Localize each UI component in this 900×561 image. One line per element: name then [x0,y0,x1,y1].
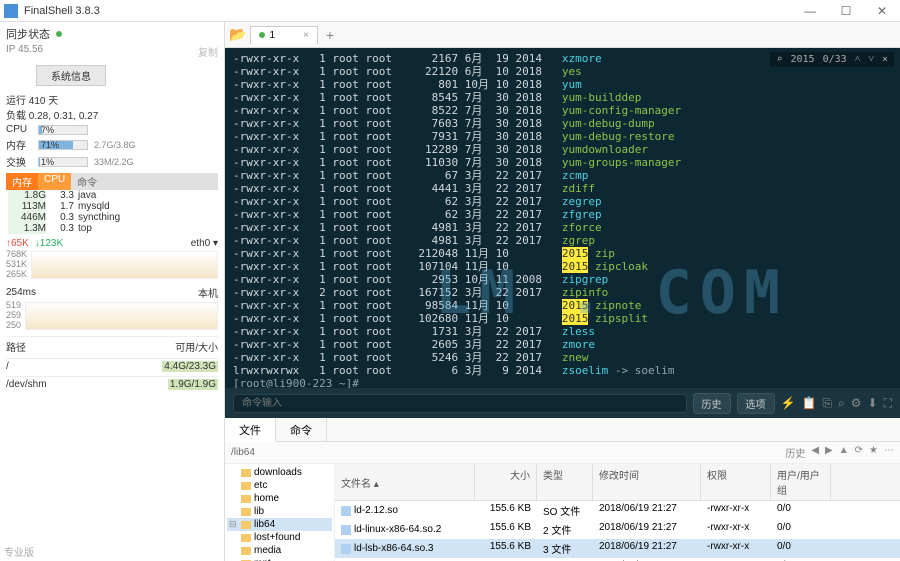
back-icon[interactable]: ◀ [811,445,819,460]
version-label: 专业版 [4,544,34,559]
cpu-label: CPU [6,124,32,135]
folder-icon [241,547,251,555]
file-row[interactable]: ld-linux-x86-64.so.2155.6 KB2 文件2018/06/… [335,520,900,539]
folder-icon [241,521,251,529]
ping-host[interactable]: 本机 [198,285,218,300]
add-tab-button[interactable]: + [322,27,338,43]
folder-icon [241,482,251,490]
path-bar: /lib64 历史 ◀ ▶ ▲ ⟳ ★ ⋯ [225,442,900,464]
mem-label: 内存 [6,137,32,152]
terminal-search-bar[interactable]: ⌕ 2015 0/33 ˄ ˅ × [770,52,894,67]
fullscreen-icon[interactable]: ⛶ [884,396,892,411]
process-row[interactable]: 1.3M0.3top [6,223,218,234]
sync-label: 同步状态 [6,26,50,42]
swap-label: 交换 [6,154,32,169]
terminal[interactable]: ⌕ 2015 0/33 ˄ ˅ × -rwxr-xr-x 1 root root… [225,48,900,388]
disk-row[interactable]: /dev/shm1.9G/1.9G [6,376,218,390]
file-row[interactable]: ld-lsb-x86-64.so.3155.6 KB3 文件2018/06/19… [335,539,900,558]
command-input[interactable] [233,394,687,413]
titlebar: FinalShell 3.8.3 — ☐ ✕ [0,0,900,22]
folder-icon [241,469,251,477]
app-title: FinalShell 3.8.3 [24,5,796,17]
net-up: ↑65K [6,238,29,249]
search-term-icon[interactable]: ⌕ [838,396,845,411]
sync-status-dot [56,31,62,37]
command-bar: 历史 选项 ⚡ 📋 ⎘ ⌕ ⚙ ⬇ ⛶ [225,388,900,418]
tree-item[interactable]: media [227,544,332,557]
system-info-button[interactable]: 系统信息 [36,65,106,86]
file-list-header[interactable]: 文件名 ▴ 大小 类型 修改时间 权限 用户/用户组 [335,464,900,501]
net-interface[interactable]: eth0 ▾ [191,238,218,249]
process-row[interactable]: 1.8G3.3java [6,190,218,201]
history-button[interactable]: 历史 [693,393,731,414]
folder-icon [241,508,251,516]
copy-ip-button[interactable]: 复制 [198,44,218,59]
status-dot-icon [259,32,265,38]
folder-icon [241,495,251,503]
tree-item[interactable]: home [227,492,332,505]
refresh-icon[interactable]: ⟳ [855,445,863,460]
file-icon [341,506,351,516]
maximize-button[interactable]: ☐ [832,4,860,18]
tree-item[interactable]: etc [227,479,332,492]
search-prev-icon[interactable]: ˄ [855,54,861,65]
file-row[interactable]: ld-2.12.so155.6 KBSO 文件2018/06/19 21:27-… [335,501,900,520]
search-icon: ⌕ [776,54,782,65]
tree-item[interactable]: downloads [227,466,332,479]
bookmark-icon[interactable]: ★ [869,445,878,460]
uptime-text: 运行 410 天 [6,92,218,107]
swap-bar: 1% [38,157,88,167]
close-button[interactable]: ✕ [868,4,896,18]
bolt-icon[interactable]: ⚡ [781,396,796,410]
tree-item[interactable]: lost+found [227,531,332,544]
tree-item[interactable]: mnt [227,557,332,561]
settings-icon[interactable]: ⚙ [851,396,862,410]
forward-icon[interactable]: ▶ [825,445,833,460]
more-icon[interactable]: ⋯ [884,445,894,460]
copy-icon[interactable]: ⎘ [822,396,832,411]
cpu-bar: 7% [38,125,88,135]
search-close-icon[interactable]: × [882,54,888,65]
session-tab[interactable]: 1 × [250,26,317,44]
up-icon[interactable]: ▲ [839,445,849,460]
download-icon[interactable]: ⬇ [868,396,878,410]
ping-chart [25,302,218,330]
tab-file[interactable]: 文件 [225,418,276,442]
mem-bar: 71% [38,140,88,150]
tree-item[interactable]: lib [227,505,332,518]
net-down: ↓123K [35,238,63,249]
file-icon [341,544,351,554]
options-button[interactable]: 选项 [737,393,775,414]
load-text: 负载 0.28, 0.31, 0.27 [6,107,218,122]
folder-icon [241,534,251,542]
tab-bar: 📂 1 × + [225,22,900,48]
process-row[interactable]: 113M1.7mysqld [6,201,218,212]
disk-row[interactable]: /4.4G/23.3G [6,358,218,372]
net-chart [31,251,218,279]
tab-command[interactable]: 命令 [276,418,327,441]
clipboard-icon[interactable]: 📋 [801,396,816,410]
process-header: 内存CPU命令 [6,173,218,190]
ping-value: 254ms [6,287,36,298]
file-icon [341,525,351,535]
disk-header: 路径可用/大小 [6,336,218,354]
current-path: /lib64 [231,447,255,458]
folder-tree[interactable]: downloadsetchomelib⊟lib64lost+foundmedia… [225,464,335,561]
minimize-button[interactable]: — [796,4,824,18]
tree-item[interactable]: ⊟lib64 [227,518,332,531]
ip-label: IP 45.56 [6,44,43,59]
open-folder-icon[interactable]: 📂 [229,26,246,43]
close-tab-icon[interactable]: × [303,30,309,41]
file-tabs: 文件 命令 [225,418,900,442]
search-next-icon[interactable]: ˅ [868,54,874,65]
file-list: 文件名 ▴ 大小 类型 修改时间 权限 用户/用户组 ld-2.12.so155… [335,464,900,561]
sidebar: 同步状态 IP 45.56 复制 系统信息 运行 410 天 负载 0.28, … [0,22,225,561]
path-history-button[interactable]: 历史 [785,445,805,460]
app-icon [4,4,18,18]
process-row[interactable]: 446M0.3syncthing [6,212,218,223]
